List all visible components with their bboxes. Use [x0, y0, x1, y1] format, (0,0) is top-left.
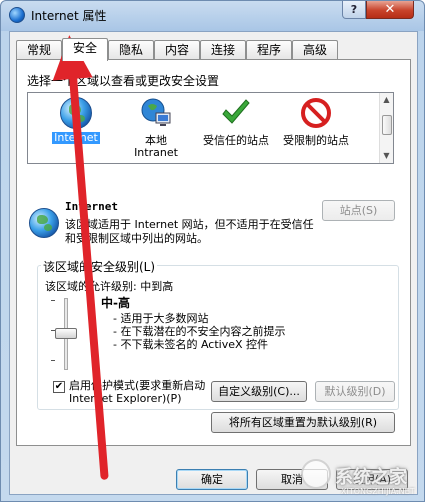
- sites-button[interactable]: 站点(S): [322, 200, 395, 221]
- tab-advanced[interactable]: 高级: [292, 40, 338, 60]
- zone-list-scrollbar[interactable]: ▲ ▼: [379, 93, 393, 163]
- slider-tick: [51, 360, 55, 361]
- tab-connections[interactable]: 连接: [200, 40, 246, 60]
- intranet-icon: [141, 98, 171, 126]
- tab-privacy[interactable]: 隐私: [108, 40, 154, 60]
- tab-programs[interactable]: 程序: [246, 40, 292, 60]
- watermark-logo-icon: [301, 459, 331, 489]
- level-item: 不下载未签名的 ActiveX 控件: [113, 338, 285, 351]
- ok-button[interactable]: 确定: [176, 469, 248, 490]
- zone-info-description: 该区域适用于 Internet 网站，但不适用于在受信任和受限制区域中列出的网站…: [65, 218, 314, 245]
- level-item: 在下载潜在的不安全内容之前提示: [113, 325, 285, 338]
- watermark-url: XITONGZHIJIA.NET: [341, 487, 415, 496]
- globe-icon: [29, 208, 59, 238]
- window-title: Internet 属性: [31, 9, 107, 23]
- scroll-down-arrow-icon[interactable]: ▼: [380, 149, 393, 163]
- zone-label: 本地 Intranet: [134, 134, 178, 159]
- protected-mode-checkbox[interactable]: ✔: [53, 381, 65, 393]
- zone-local-intranet[interactable]: 本地 Intranet: [116, 95, 196, 161]
- ie-globe-icon: [9, 7, 25, 23]
- zone-restricted-sites[interactable]: 受限制的站点: [276, 95, 356, 161]
- check-icon: [222, 99, 250, 124]
- zone-trusted-sites[interactable]: 受信任的站点: [196, 95, 276, 161]
- close-button[interactable]: ✕: [366, 1, 414, 19]
- default-level-button[interactable]: 默认级别(D): [315, 381, 395, 402]
- zone-info-title: Internet: [65, 200, 118, 213]
- custom-level-button[interactable]: 自定义级别(C)...: [211, 381, 307, 402]
- security-level-group-title: 该区域的安全级别(L): [41, 258, 158, 275]
- allowed-level-label: 该区域的允许级别: 中到高: [45, 280, 174, 293]
- slider-thumb[interactable]: [55, 328, 77, 339]
- tab-content[interactable]: 内容: [154, 40, 200, 60]
- restricted-icon: [301, 98, 331, 128]
- zone-label: 受信任的站点: [203, 134, 269, 147]
- internet-properties-window: Internet 属性 ? ✕ 常规 安全 隐私 内容 连接 程序 高级 选择一…: [0, 0, 425, 502]
- level-name: 中-高: [101, 296, 130, 310]
- help-button[interactable]: ?: [342, 1, 366, 19]
- slider-tick: [51, 300, 55, 301]
- level-description: 适用于大多数网站 在下载潜在的不安全内容之前提示 不下载未签名的 ActiveX…: [113, 312, 285, 351]
- reset-all-zones-button[interactable]: 将所有区域重置为默认级别(R): [211, 412, 395, 433]
- site-watermark: 系统之家 XITONGZHIJIA.NET: [301, 453, 421, 499]
- watermark-text: 系统之家: [335, 467, 407, 488]
- level-item: 适用于大多数网站: [113, 312, 285, 325]
- zone-label: 受限制的站点: [283, 134, 349, 147]
- scroll-up-arrow-icon[interactable]: ▲: [380, 93, 393, 107]
- tab-security[interactable]: 安全: [62, 38, 108, 61]
- title-bar[interactable]: Internet 属性 ? ✕: [1, 1, 425, 29]
- protected-mode-label: 启用保护模式(要求重新启动 Internet Explorer)(P): [69, 379, 206, 405]
- scroll-thumb[interactable]: [382, 115, 392, 135]
